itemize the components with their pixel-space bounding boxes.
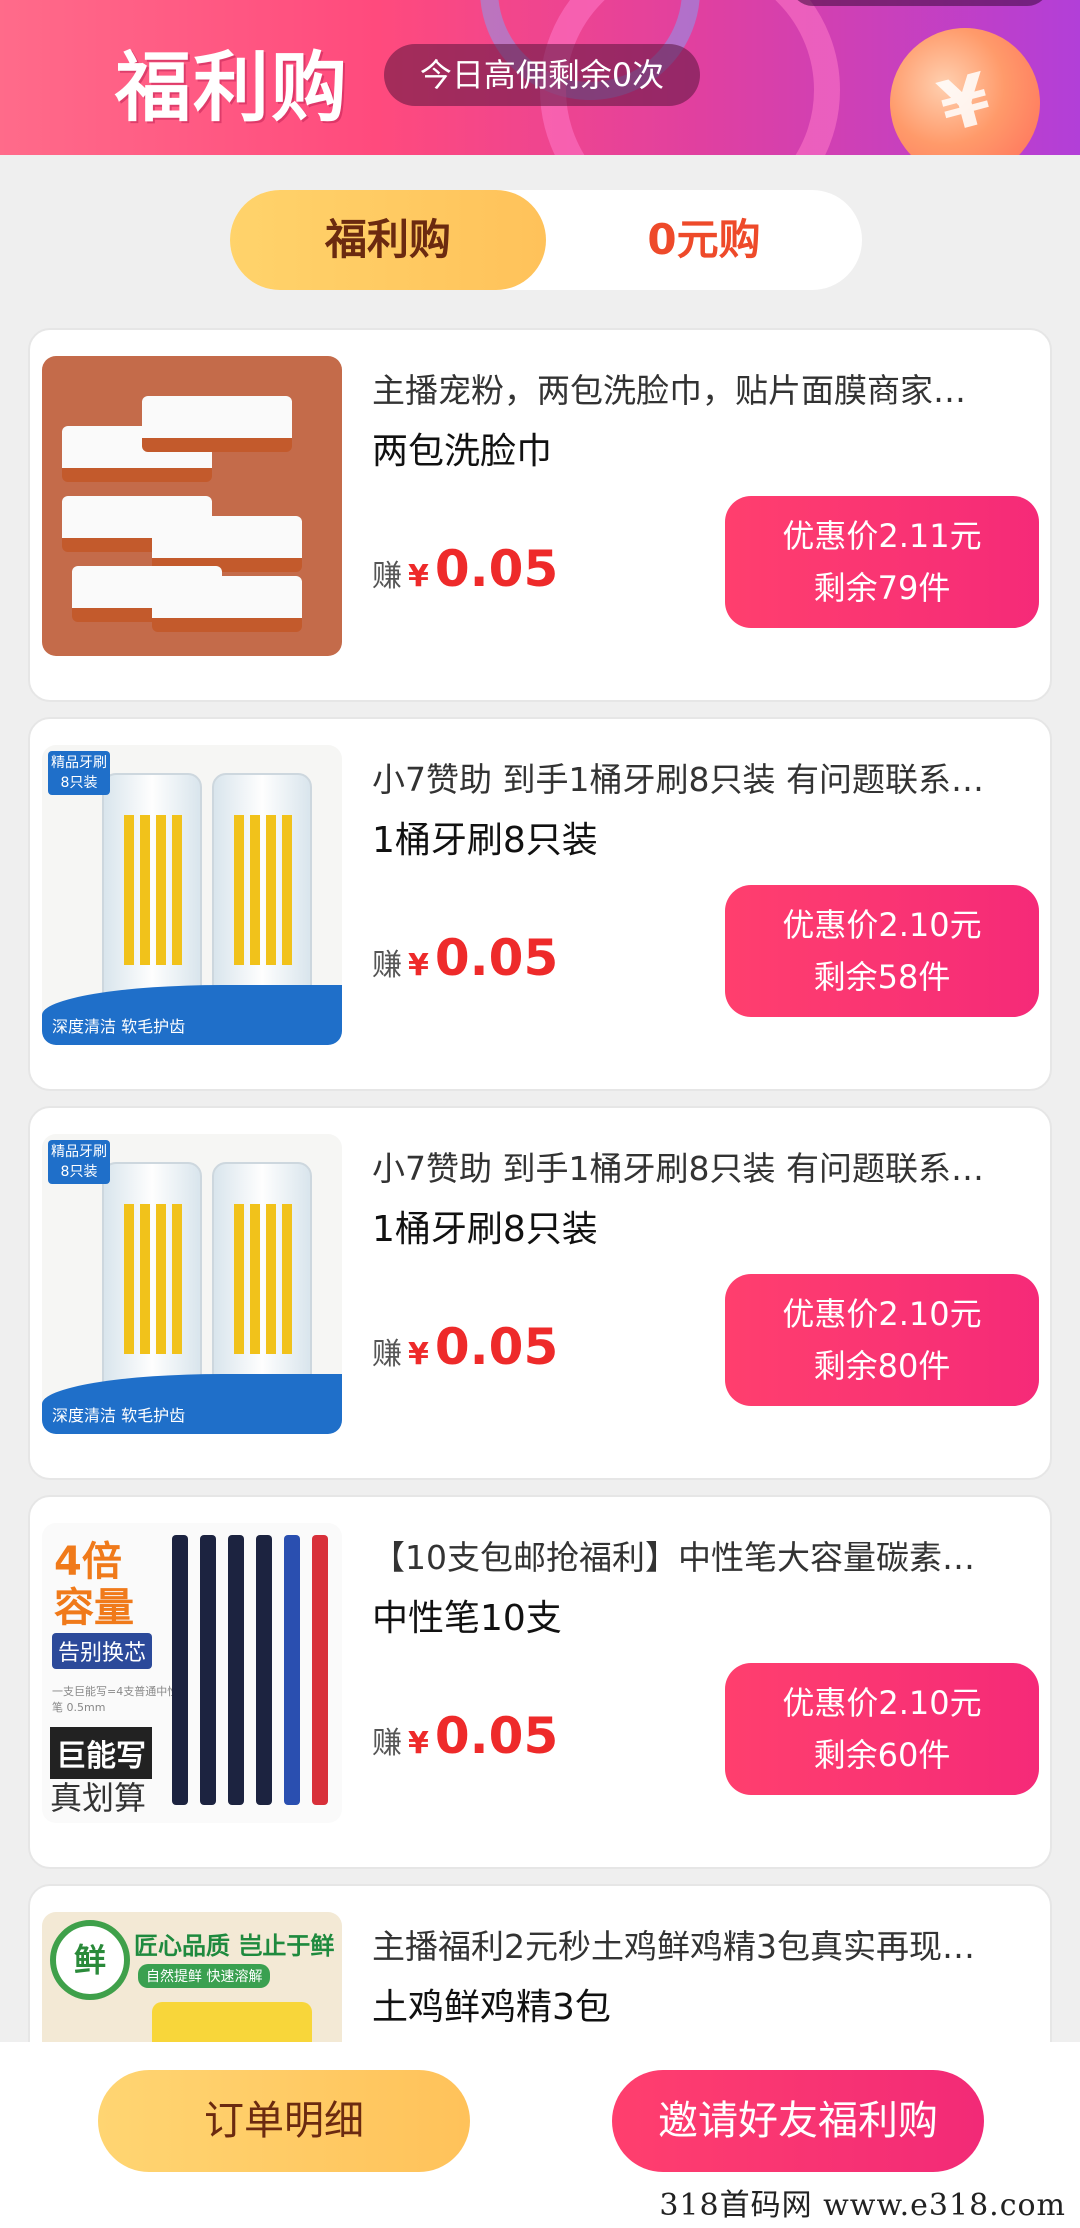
order-details-button[interactable]: 订单明细 [98, 2070, 470, 2172]
thumb-label: 巨能写 [50, 1727, 152, 1779]
buy-stock: 剩余58件 [813, 958, 951, 996]
product-subtitle: 两包洗脸巾 [372, 431, 553, 472]
product-image [42, 356, 342, 656]
product-card[interactable]: 主播宠粉，两包洗脸巾，贴片面膜商家… 两包洗脸巾 赚 ¥ 0.05 优惠价2.1… [28, 328, 1052, 702]
buy-button[interactable]: 优惠价2.10元 剩余80件 [725, 1274, 1039, 1406]
product-subtitle: 土鸡鲜鸡精3包 [372, 1987, 611, 2028]
currency-symbol: ¥ [408, 559, 429, 594]
buy-price: 优惠价2.10元 [782, 1684, 982, 1722]
thumb-note: 一支巨能写=4支普通中性笔 0.5mm [52, 1685, 179, 1714]
thumb-caption: 深度清洁 软毛护齿 [42, 1374, 342, 1434]
invite-friends-button[interactable]: 邀请好友福利购 [612, 2070, 984, 2172]
buy-price: 优惠价2.10元 [782, 1295, 982, 1333]
coin-icon: ¥ [873, 11, 1057, 155]
product-title: 主播宠粉，两包洗脸巾，贴片面膜商家… [372, 371, 966, 410]
product-image: 精品牙刷 8只装 深度清洁 软毛护齿 [42, 745, 342, 1045]
thumb-headline: 匠心品质 岂止于鲜 [134, 1932, 335, 1960]
tab-bar: 福利购 0元购 [230, 190, 862, 290]
header-banner: ¥ 福利购 今日高佣剩余0次 [0, 0, 1080, 155]
earn-value: 0.05 [434, 1318, 559, 1376]
thumb-caption: 深度清洁 软毛护齿 [42, 985, 342, 1045]
buy-stock: 剩余60件 [813, 1736, 951, 1774]
tab-fuli[interactable]: 福利购 [230, 190, 546, 290]
thumb-badge: 精品牙刷 8只装 [48, 1140, 110, 1184]
earn-label: 赚 [372, 1726, 402, 1761]
earn-amount: 赚 ¥ 0.05 [372, 1318, 558, 1378]
tab-zero-yuan[interactable]: 0元购 [546, 190, 862, 290]
currency-symbol: ¥ [408, 1726, 429, 1761]
quota-badge: 今日高佣剩余0次 [384, 44, 700, 106]
product-title: 小7赞助 到手1桶牙刷8只装 有问题联系… [372, 1149, 984, 1188]
currency-symbol: ¥ [408, 1337, 429, 1372]
watermark: 318首码网 www.e318.com [659, 2188, 1066, 2223]
earn-amount: 赚 ¥ 0.05 [372, 929, 558, 989]
earn-amount: 赚 ¥ 0.05 [372, 540, 558, 600]
earn-label: 赚 [372, 948, 402, 983]
buy-button[interactable]: 优惠价2.10元 剩余60件 [725, 1663, 1039, 1795]
buy-price: 优惠价2.11元 [782, 517, 982, 555]
thumb-tag: 告别换芯 [52, 1633, 153, 1669]
thumb-badge: 精品牙刷 8只装 [48, 751, 110, 795]
buy-price: 优惠价2.10元 [782, 906, 982, 944]
product-subtitle: 中性笔10支 [372, 1598, 562, 1639]
product-card[interactable]: 精品牙刷 8只装 深度清洁 软毛护齿 小7赞助 到手1桶牙刷8只装 有问题联系…… [28, 1106, 1052, 1480]
earn-value: 0.05 [434, 1707, 559, 1765]
product-title: 小7赞助 到手1桶牙刷8只装 有问题联系… [372, 760, 984, 799]
thumb-headline: 4倍容量 [54, 1539, 134, 1631]
brand-logo: 福利购 [115, 43, 349, 132]
bottom-action-bar: 订单明细 邀请好友福利购 318首码网 www.e318.com [0, 2042, 1080, 2228]
earn-label: 赚 [372, 559, 402, 594]
currency-symbol: ¥ [408, 948, 429, 983]
product-image: 精品牙刷 8只装 深度清洁 软毛护齿 [42, 1134, 342, 1434]
product-title: 【10支包邮抢福利】中性笔大容量碳素… [372, 1538, 975, 1577]
buy-stock: 剩余80件 [813, 1347, 951, 1385]
thumb-circle: 鲜 [50, 1920, 130, 2000]
thumb-label: 真划算 [50, 1779, 147, 1817]
buy-button[interactable]: 优惠价2.11元 剩余79件 [725, 496, 1039, 628]
earn-value: 0.05 [434, 929, 559, 987]
top-pill [790, 0, 1050, 6]
product-subtitle: 1桶牙刷8只装 [372, 820, 598, 861]
earn-value: 0.05 [434, 540, 559, 598]
buy-button[interactable]: 优惠价2.10元 剩余58件 [725, 885, 1039, 1017]
product-image: 4倍容量 告别换芯 一支巨能写=4支普通中性笔 0.5mm 巨能写 真划算 [42, 1523, 342, 1823]
product-title: 主播福利2元秒土鸡鲜鸡精3包真实再现… [372, 1927, 975, 1966]
product-subtitle: 1桶牙刷8只装 [372, 1209, 598, 1250]
product-card[interactable]: 精品牙刷 8只装 深度清洁 软毛护齿 小7赞助 到手1桶牙刷8只装 有问题联系…… [28, 717, 1052, 1091]
earn-amount: 赚 ¥ 0.05 [372, 1707, 558, 1767]
thumb-strip: 自然提鲜 快速溶解 [138, 1964, 271, 1988]
earn-label: 赚 [372, 1337, 402, 1372]
product-card[interactable]: 4倍容量 告别换芯 一支巨能写=4支普通中性笔 0.5mm 巨能写 真划算 【1… [28, 1495, 1052, 1869]
buy-stock: 剩余79件 [813, 569, 951, 607]
